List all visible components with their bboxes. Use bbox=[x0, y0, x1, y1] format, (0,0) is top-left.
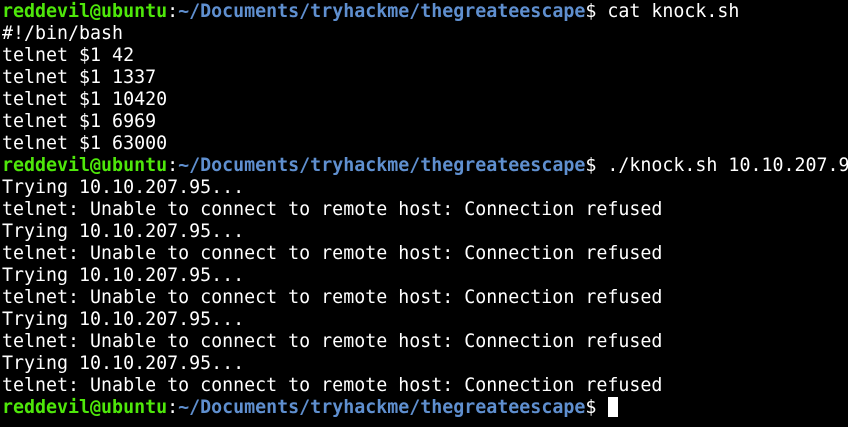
output-text: telnet $1 1337 bbox=[2, 67, 157, 88]
prompt-user-host: reddevil@ubuntu bbox=[2, 397, 168, 418]
output-line: telnet: Unable to connect to remote host… bbox=[2, 199, 848, 221]
output-line: Trying 10.10.207.95... bbox=[2, 265, 848, 287]
output-text: telnet $1 63000 bbox=[2, 133, 168, 154]
prompt-symbol: $ bbox=[585, 1, 597, 22]
output-line: telnet $1 42 bbox=[2, 45, 848, 67]
prompt-symbol: $ bbox=[585, 397, 597, 418]
output-text: Trying 10.10.207.95... bbox=[2, 265, 245, 286]
output-text: Trying 10.10.207.95... bbox=[2, 309, 245, 330]
output-line: telnet: Unable to connect to remote host… bbox=[2, 243, 848, 265]
output-text: telnet: Unable to connect to remote host… bbox=[2, 331, 663, 352]
output-text: Trying 10.10.207.95... bbox=[2, 221, 245, 242]
output-line: telnet $1 63000 bbox=[2, 133, 848, 155]
prompt-separator: : bbox=[167, 155, 179, 176]
prompt-path: ~/Documents/tryhackme/thegreateescape bbox=[178, 155, 586, 176]
output-line: telnet: Unable to connect to remote host… bbox=[2, 331, 848, 353]
output-line: Trying 10.10.207.95... bbox=[2, 353, 848, 375]
output-text: telnet $1 6969 bbox=[2, 111, 157, 132]
output-line: telnet: Unable to connect to remote host… bbox=[2, 287, 848, 309]
output-line: Trying 10.10.207.95... bbox=[2, 309, 848, 331]
terminal-output: reddevil@ubuntu:~/Documents/tryhackme/th… bbox=[2, 1, 848, 419]
command-text: cat knock.sh bbox=[596, 1, 740, 22]
output-text: Trying 10.10.207.95... bbox=[2, 353, 245, 374]
output-text: #!/bin/bash bbox=[2, 23, 124, 44]
output-line: #!/bin/bash bbox=[2, 23, 848, 45]
prompt-separator: : bbox=[167, 397, 179, 418]
command-text: ./knock.sh 10.10.207.95 bbox=[596, 155, 848, 176]
command-text bbox=[596, 397, 607, 418]
output-text: Trying 10.10.207.95... bbox=[2, 177, 245, 198]
output-text: telnet $1 42 bbox=[2, 45, 135, 66]
output-text: telnet: Unable to connect to remote host… bbox=[2, 243, 663, 264]
output-line: telnet $1 1337 bbox=[2, 67, 848, 89]
output-line: telnet $1 6969 bbox=[2, 111, 848, 133]
output-text: telnet: Unable to connect to remote host… bbox=[2, 199, 663, 220]
text-cursor[interactable] bbox=[608, 397, 619, 417]
prompt-line: reddevil@ubuntu:~/Documents/tryhackme/th… bbox=[2, 1, 848, 23]
prompt-path: ~/Documents/tryhackme/thegreateescape bbox=[178, 397, 586, 418]
output-line: Trying 10.10.207.95... bbox=[2, 177, 848, 199]
output-line: telnet $1 10420 bbox=[2, 89, 848, 111]
output-text: telnet: Unable to connect to remote host… bbox=[2, 287, 663, 308]
prompt-user-host: reddevil@ubuntu bbox=[2, 155, 168, 176]
output-line: telnet: Unable to connect to remote host… bbox=[2, 375, 848, 397]
prompt-path: ~/Documents/tryhackme/thegreateescape bbox=[178, 1, 586, 22]
prompt-line: reddevil@ubuntu:~/Documents/tryhackme/th… bbox=[2, 397, 848, 419]
prompt-line: reddevil@ubuntu:~/Documents/tryhackme/th… bbox=[2, 155, 848, 177]
prompt-symbol: $ bbox=[585, 155, 597, 176]
output-text: telnet: Unable to connect to remote host… bbox=[2, 375, 663, 396]
output-line: Trying 10.10.207.95... bbox=[2, 221, 848, 243]
terminal-window[interactable]: reddevil@ubuntu:~/Documents/tryhackme/th… bbox=[0, 0, 848, 427]
output-text: telnet $1 10420 bbox=[2, 89, 168, 110]
prompt-separator: : bbox=[167, 1, 179, 22]
prompt-user-host: reddevil@ubuntu bbox=[2, 1, 168, 22]
